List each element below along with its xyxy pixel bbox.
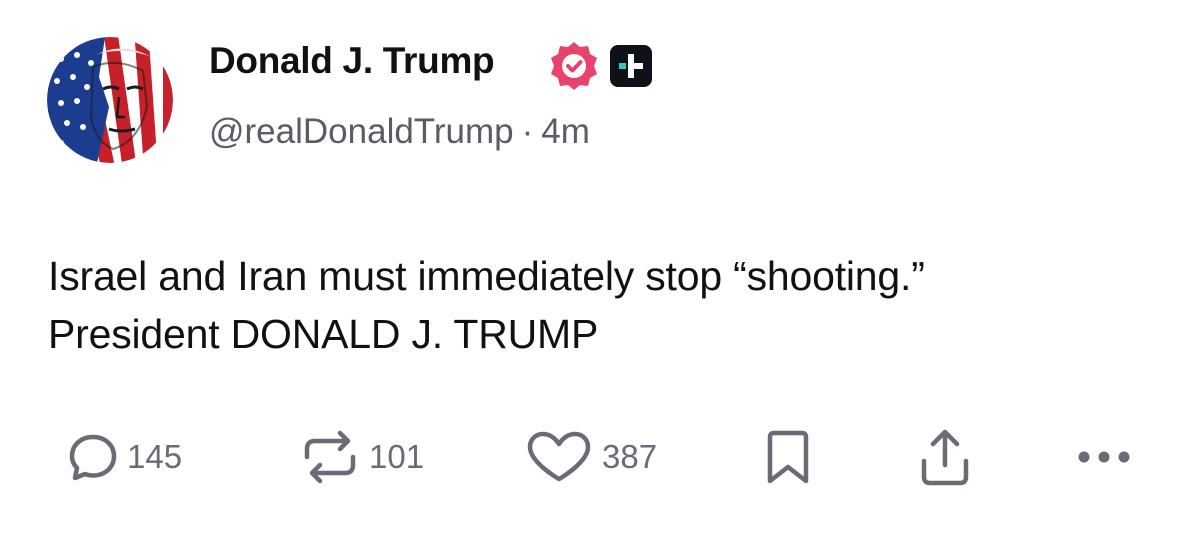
author-handle-line: @realDonaldTrump · 4m (209, 112, 590, 152)
author-handle[interactable]: @realDonaldTrump (209, 112, 514, 151)
post-body: Israel and Iran must immediately stop “s… (48, 247, 925, 363)
repost-count: 101 (369, 438, 425, 475)
reply-count: 145 (127, 438, 183, 475)
more-options-button[interactable] (1074, 425, 1134, 489)
american-flag-portrait-avatar (47, 37, 173, 163)
action-bar: 145 101 387 (0, 425, 1200, 489)
post-card: Donald J. Trump @realDonaldTrump · 4m Isra… (0, 0, 1200, 537)
more-options-icon (1078, 451, 1130, 463)
plus-badge-icon (610, 45, 652, 87)
author-avatar[interactable] (47, 37, 173, 163)
reply-button[interactable]: 145 (67, 425, 182, 489)
repost-icon (304, 430, 356, 484)
post-timestamp[interactable]: 4m (541, 112, 590, 151)
meta-separator: · (521, 112, 534, 151)
bookmark-icon (767, 430, 809, 484)
reply-icon (69, 434, 117, 481)
author-display-name[interactable]: Donald J. Trump (209, 40, 495, 82)
heart-icon (527, 431, 591, 482)
bookmark-button[interactable] (765, 425, 811, 489)
like-button[interactable]: 387 (524, 425, 657, 489)
like-count: 387 (602, 438, 658, 475)
post-body-line: Israel and Iran must immediately stop “s… (48, 253, 925, 299)
repost-button[interactable]: 101 (299, 425, 424, 489)
verified-badge-icon (548, 40, 600, 92)
share-button[interactable] (916, 425, 974, 489)
post-body-line: President DONALD J. TRUMP (48, 311, 599, 357)
share-icon (921, 429, 969, 486)
